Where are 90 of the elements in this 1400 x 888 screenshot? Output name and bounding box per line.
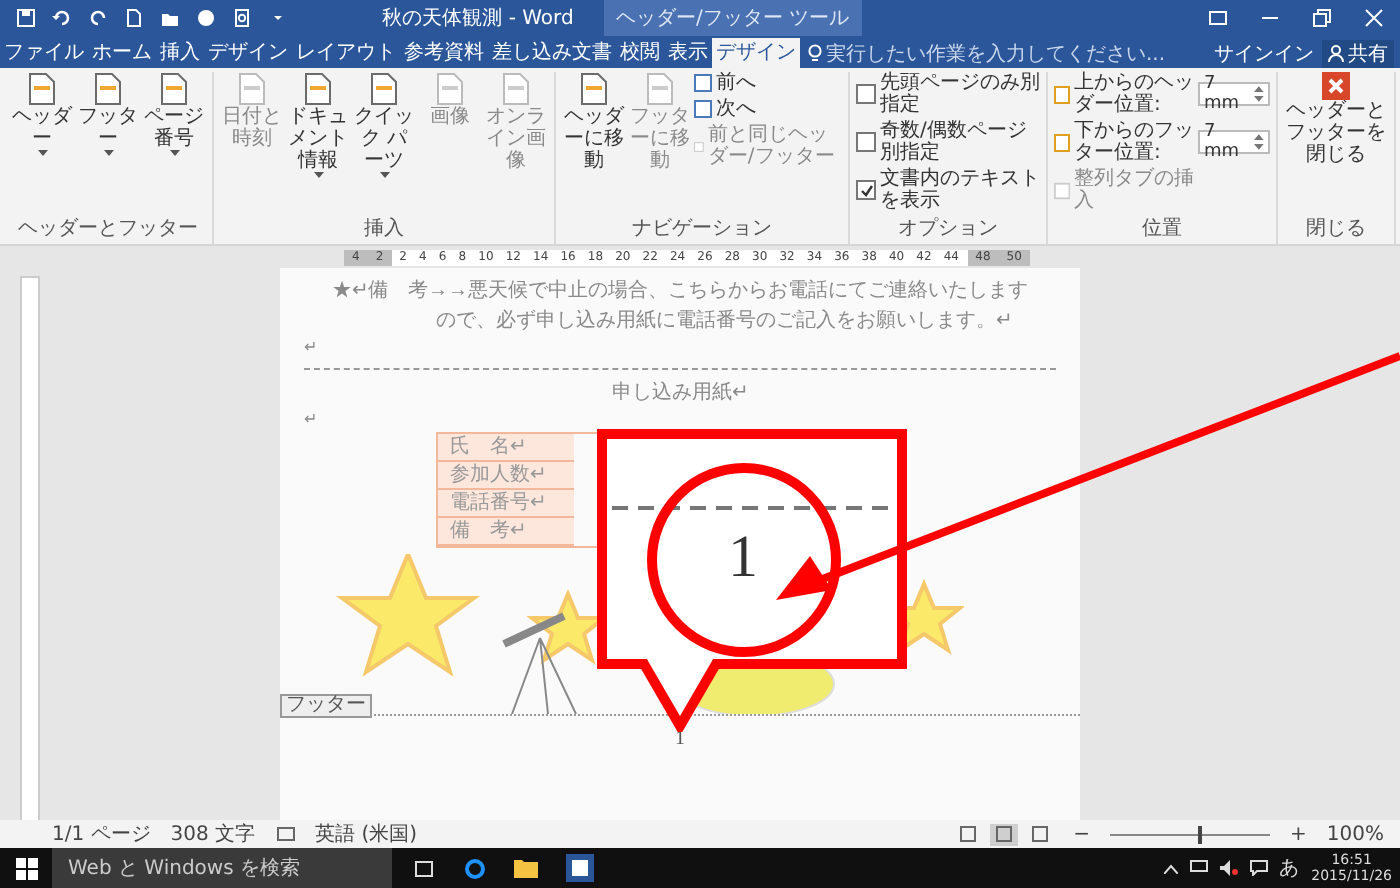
group-label: 閉じる [1304,216,1368,244]
checkbox[interactable] [856,132,876,152]
chevron-up-icon[interactable] [1163,863,1178,873]
ribbon-tab[interactable]: デザイン [712,38,800,68]
footer-tag: フッター [280,694,372,718]
ribbon-button[interactable]: ヘッダーに移動 [562,72,626,172]
folder-icon[interactable] [160,8,180,28]
close-icon[interactable] [1364,8,1384,28]
table-cell: 氏 名↵ [438,434,574,462]
person-icon [1328,44,1344,62]
caret-icon [37,150,47,156]
document-text: ↵ [304,408,320,432]
ribbon-button[interactable]: ページ番号 [142,72,206,156]
page-icon [694,137,704,155]
ribbon-tab[interactable]: 校閲 [616,38,664,68]
ribbon-tab[interactable]: デザイン [204,38,292,68]
caret-icon [103,150,113,156]
page-count[interactable]: 1/1 ページ [52,820,151,848]
sign-in-link[interactable]: サインイン [1214,39,1314,67]
word-count[interactable]: 308 文字 [170,820,256,848]
windows-logo-icon[interactable] [15,857,37,879]
language[interactable]: 英語 (米国) [315,820,418,848]
lightbulb-icon [808,44,822,62]
undo-icon[interactable] [52,8,72,28]
window-title: 秋の天体観測 - Word [380,5,576,32]
word-app-icon[interactable] [566,854,594,882]
ribbon-tab[interactable]: レイアウト [292,38,400,68]
ribbon-button[interactable]: ヘッダー [10,72,74,156]
spin-arrows-icon[interactable] [1254,86,1264,102]
ribbon-tab[interactable]: 表示 [664,38,712,68]
group-label: ヘッダーとフッター [16,216,200,244]
magnified-page-number: 1 [728,528,758,588]
folder-icon[interactable] [514,858,538,878]
group-label: オプション [896,215,1000,244]
redo-icon[interactable] [88,8,108,28]
close-header-footer-button[interactable]: ヘッダーとフッターを閉じる [1284,72,1388,166]
checkbox[interactable] [856,84,876,104]
option-checkbox[interactable]: 文書内のテキストを表示 [856,168,1040,212]
caret-icon [169,150,179,156]
ribbon-tab[interactable]: ファイル [0,38,88,68]
ime-indicator[interactable]: あ [1279,854,1300,882]
proofing-icon[interactable] [275,825,296,843]
checkbox[interactable] [856,180,876,200]
document-text: 申し込み用紙↵ [610,379,750,408]
table-cell: 備 考↵ [438,518,574,546]
caret-icon [379,172,389,178]
ribbon-display-icon[interactable] [1208,8,1228,28]
taskbar-search-field[interactable]: Web と Windows を検索 [52,848,392,888]
option-checkbox[interactable]: 奇数/偶数ページ別指定 [856,120,1040,164]
group-label: 位置 [1140,215,1184,244]
document-text: ↵ [304,336,320,360]
share-button[interactable]: 共有 [1322,39,1394,67]
spin-label: 下からのフッター位置: [1074,120,1194,164]
group-label: ナビゲーション [630,216,774,244]
header-position-icon [1054,85,1070,103]
zoom-in-button[interactable]: + [1290,823,1307,845]
browser-icon[interactable] [464,857,486,879]
document-text: ★↵備 考→→悪天候で中止の場合、こちらからお電話にてご連絡いたします [330,277,1030,306]
speaker-icon[interactable] [1219,860,1238,876]
document-text: ので、必ず申し込み用紙に電話番号のご記入をお願いします。↵ [434,307,1014,336]
save-icon[interactable] [16,8,36,28]
ribbon-tab[interactable]: 挿入 [156,38,204,68]
print-preview-icon[interactable] [232,8,252,28]
zoom-out-button[interactable]: − [1073,823,1091,845]
ribbon-small-button[interactable]: 次へ [694,98,842,120]
restore-icon[interactable] [1312,8,1332,28]
ribbon-button[interactable]: クイック パーツ [352,72,416,178]
ribbon-button[interactable]: ドキュメント情報 [286,72,350,178]
ribbon-tab[interactable]: ホーム [88,38,156,68]
ribbon-small-button[interactable]: 前へ [694,72,842,94]
task-view-icon[interactable] [412,859,436,877]
page-icon [1054,181,1071,199]
tell-me-field[interactable]: 実行したい作業を入力してください... [800,38,1166,68]
ribbon-button[interactable]: フッター [76,72,140,156]
ribbon-tab[interactable]: 差し込み文書 [488,38,616,68]
group-label: 挿入 [362,215,406,244]
caret-icon [313,172,323,178]
view-button[interactable] [989,823,1018,845]
network-icon[interactable] [1189,860,1208,876]
new-document-icon[interactable] [124,8,144,28]
table-cell: 参加人数↵ [438,462,574,490]
notification-icon[interactable] [1249,860,1268,876]
table-cell: 電話番号↵ [438,490,574,518]
option-checkbox[interactable]: 先頭ページのみ別指定 [856,72,1040,116]
spin-label: 上からのヘッダー位置: [1074,72,1194,116]
ribbon-tab[interactable]: 参考資料 [400,38,488,68]
contextual-tab-label: ヘッダー/フッター ツール [604,0,862,36]
zoom-level[interactable]: 100% [1326,823,1384,845]
header-position-icon [1054,133,1070,151]
spin-arrows-icon[interactable] [1254,134,1264,150]
